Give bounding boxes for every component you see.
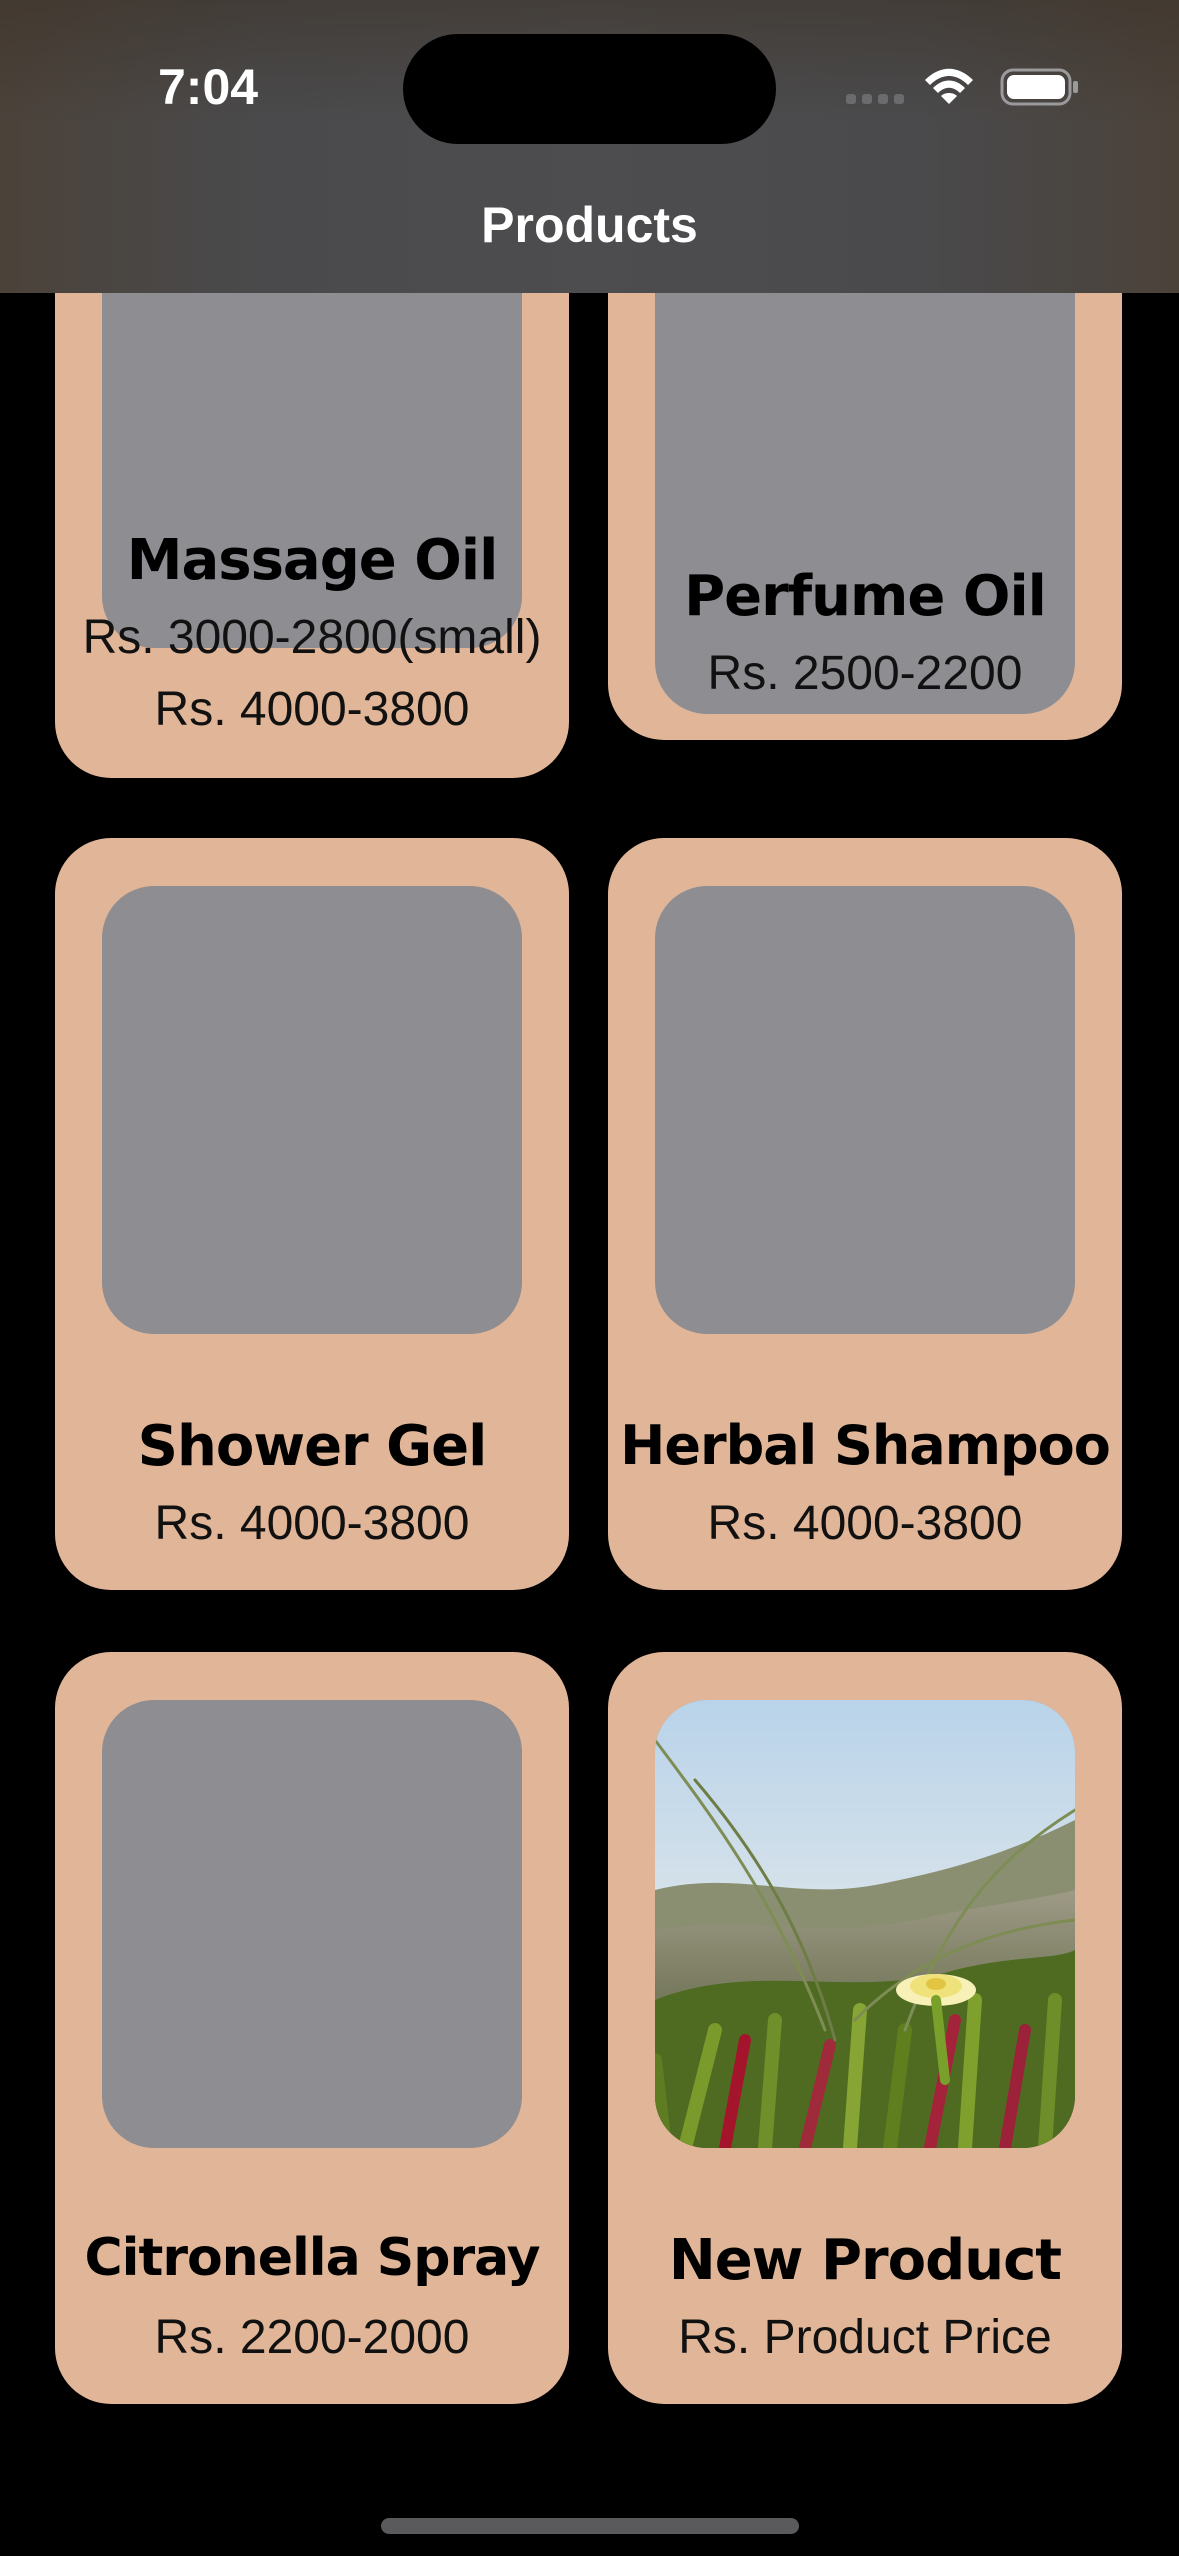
product-card-shower-gel[interactable]: Shower Gel Rs. 4000-3800 [55, 838, 569, 1590]
product-card-massage-oil[interactable]: Massage Oil Rs. 3000-2800(small) Rs. 400… [55, 230, 569, 778]
product-card-new-product[interactable]: New Product Rs. Product Price [608, 1652, 1122, 2404]
nature-photo [655, 1700, 1075, 2148]
product-name: Shower Gel [137, 1414, 488, 1479]
product-card-citronella-spray[interactable]: Citronella Spray Rs. 2200-2000 [55, 1652, 569, 2404]
product-image-placeholder [655, 230, 1075, 714]
signal-icon [846, 94, 904, 104]
product-image-placeholder [655, 886, 1075, 1334]
product-name: Citronella Spray [84, 2228, 540, 2288]
products-screen: Massage Oil Rs. 3000-2800(small) Rs. 400… [0, 0, 1179, 2556]
product-card-perfume-oil[interactable]: Perfume Oil Rs. 2500-2200 [608, 230, 1122, 740]
product-price: Rs. 2200-2000 [154, 2311, 470, 2364]
product-name: Massage Oil [126, 528, 499, 593]
page-title: Products [481, 197, 698, 253]
product-price: Rs. 2500-2200 [707, 647, 1023, 700]
product-price: Rs. Product Price [678, 2311, 1052, 2364]
product-image-placeholder [102, 1700, 522, 2148]
product-name: Perfume Oil [684, 564, 1047, 629]
product-photo [655, 1700, 1075, 2148]
product-price: Rs. 3000-2800(small) [82, 611, 542, 664]
product-price-secondary: Rs. 4000-3800 [154, 683, 470, 736]
product-name: Herbal Shampoo [620, 1414, 1111, 1477]
dynamic-island [403, 34, 776, 144]
product-card-herbal-shampoo[interactable]: Herbal Shampoo Rs. 4000-3800 [608, 838, 1122, 1590]
wifi-icon [925, 68, 973, 104]
status-time: 7:04 [158, 59, 259, 115]
navigation-bar: 7:04 Products [0, 0, 1179, 293]
battery-icon [1000, 68, 1078, 106]
product-price: Rs. 4000-3800 [154, 1497, 470, 1550]
product-name: New Product [668, 2228, 1062, 2293]
home-indicator[interactable] [381, 2518, 799, 2534]
product-image-placeholder [102, 886, 522, 1334]
status-icons [846, 68, 1078, 106]
product-price: Rs. 4000-3800 [707, 1497, 1023, 1550]
